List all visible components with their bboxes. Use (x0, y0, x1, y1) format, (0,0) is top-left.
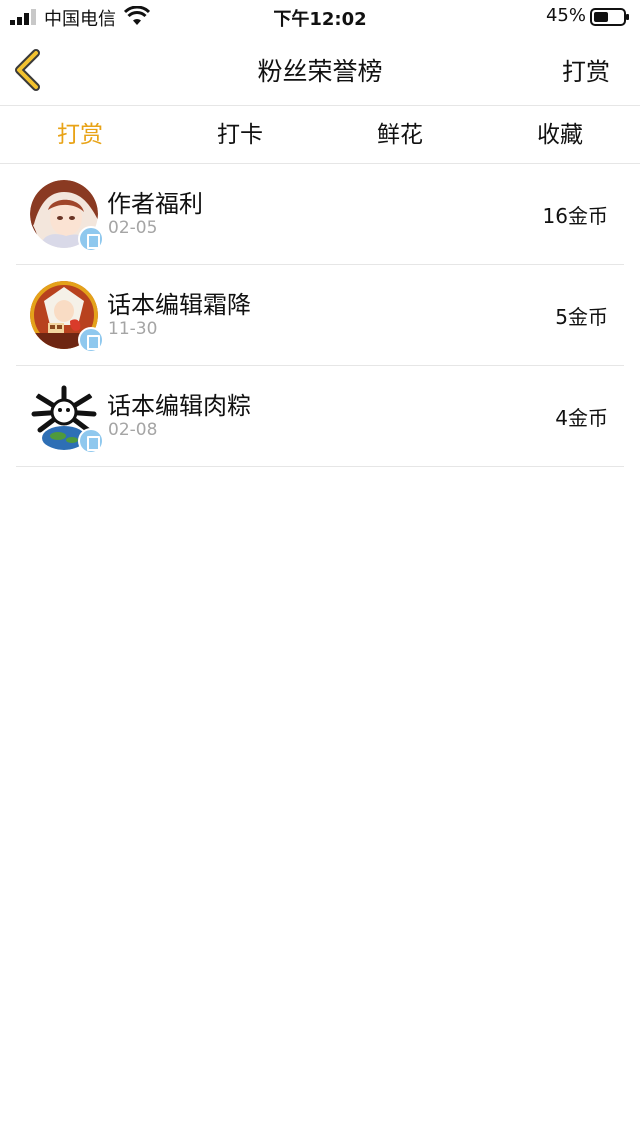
fan-amount: 16金币 (542, 204, 608, 228)
battery-icon (590, 8, 629, 26)
tab-flowers[interactable]: 鲜花 (320, 107, 480, 163)
fan-list: 作者福利 02-05 16金币 话本编辑霜降 11-30 5金币 话本编辑肉粽 … (16, 164, 624, 467)
tab-reward[interactable]: 打赏 (0, 107, 160, 163)
avatar[interactable] (30, 281, 104, 353)
reward-button[interactable]: 打赏 (562, 52, 610, 87)
fan-name: 作者福利 (107, 190, 203, 218)
list-item[interactable]: 话本编辑霜降 11-30 5金币 (16, 265, 624, 366)
tab-favorites[interactable]: 收藏 (480, 107, 640, 163)
nav-bar: 粉丝荣誉榜 打赏 (0, 34, 640, 106)
fan-date: 02-08 (108, 420, 158, 440)
fan-date: 02-05 (108, 218, 158, 238)
author-badge-icon (78, 226, 104, 252)
fan-name: 话本编辑肉粽 (107, 392, 251, 420)
avatar[interactable] (30, 382, 104, 454)
page-title: 粉丝荣誉榜 (257, 57, 383, 86)
status-bar: 中国电信 下午12:02 45% (0, 0, 640, 34)
avatar[interactable] (30, 180, 104, 252)
fan-amount: 5金币 (555, 305, 608, 329)
author-badge-icon (78, 428, 104, 454)
battery-percent: 45% (545, 5, 586, 26)
fan-date: 11-30 (108, 319, 158, 339)
list-item[interactable]: 话本编辑肉粽 02-08 4金币 (16, 366, 624, 467)
tab-bar: 打赏 打卡 鲜花 收藏 (0, 107, 640, 164)
tab-checkin[interactable]: 打卡 (160, 107, 320, 163)
clock: 下午12:02 (273, 9, 367, 30)
author-badge-icon (78, 327, 104, 353)
fan-name: 话本编辑霜降 (107, 291, 251, 319)
list-item[interactable]: 作者福利 02-05 16金币 (16, 164, 624, 265)
fan-amount: 4金币 (555, 406, 608, 430)
